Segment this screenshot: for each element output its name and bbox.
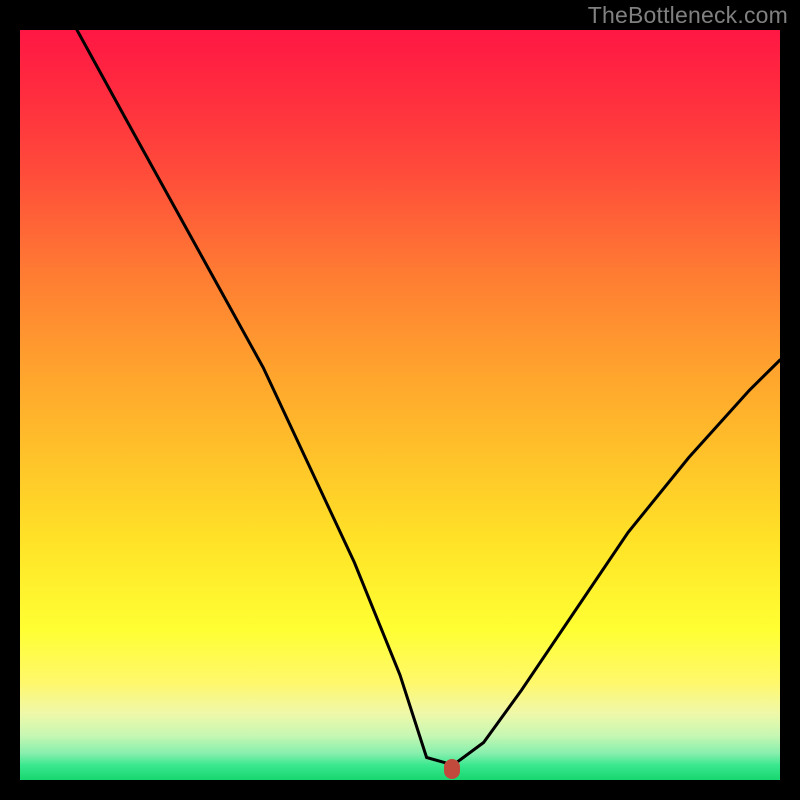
chart-frame: TheBottleneck.com <box>0 0 800 800</box>
minimum-marker <box>444 759 460 779</box>
watermark-text: TheBottleneck.com <box>588 2 788 29</box>
bottleneck-curve <box>20 30 780 780</box>
plot-area <box>20 30 780 780</box>
